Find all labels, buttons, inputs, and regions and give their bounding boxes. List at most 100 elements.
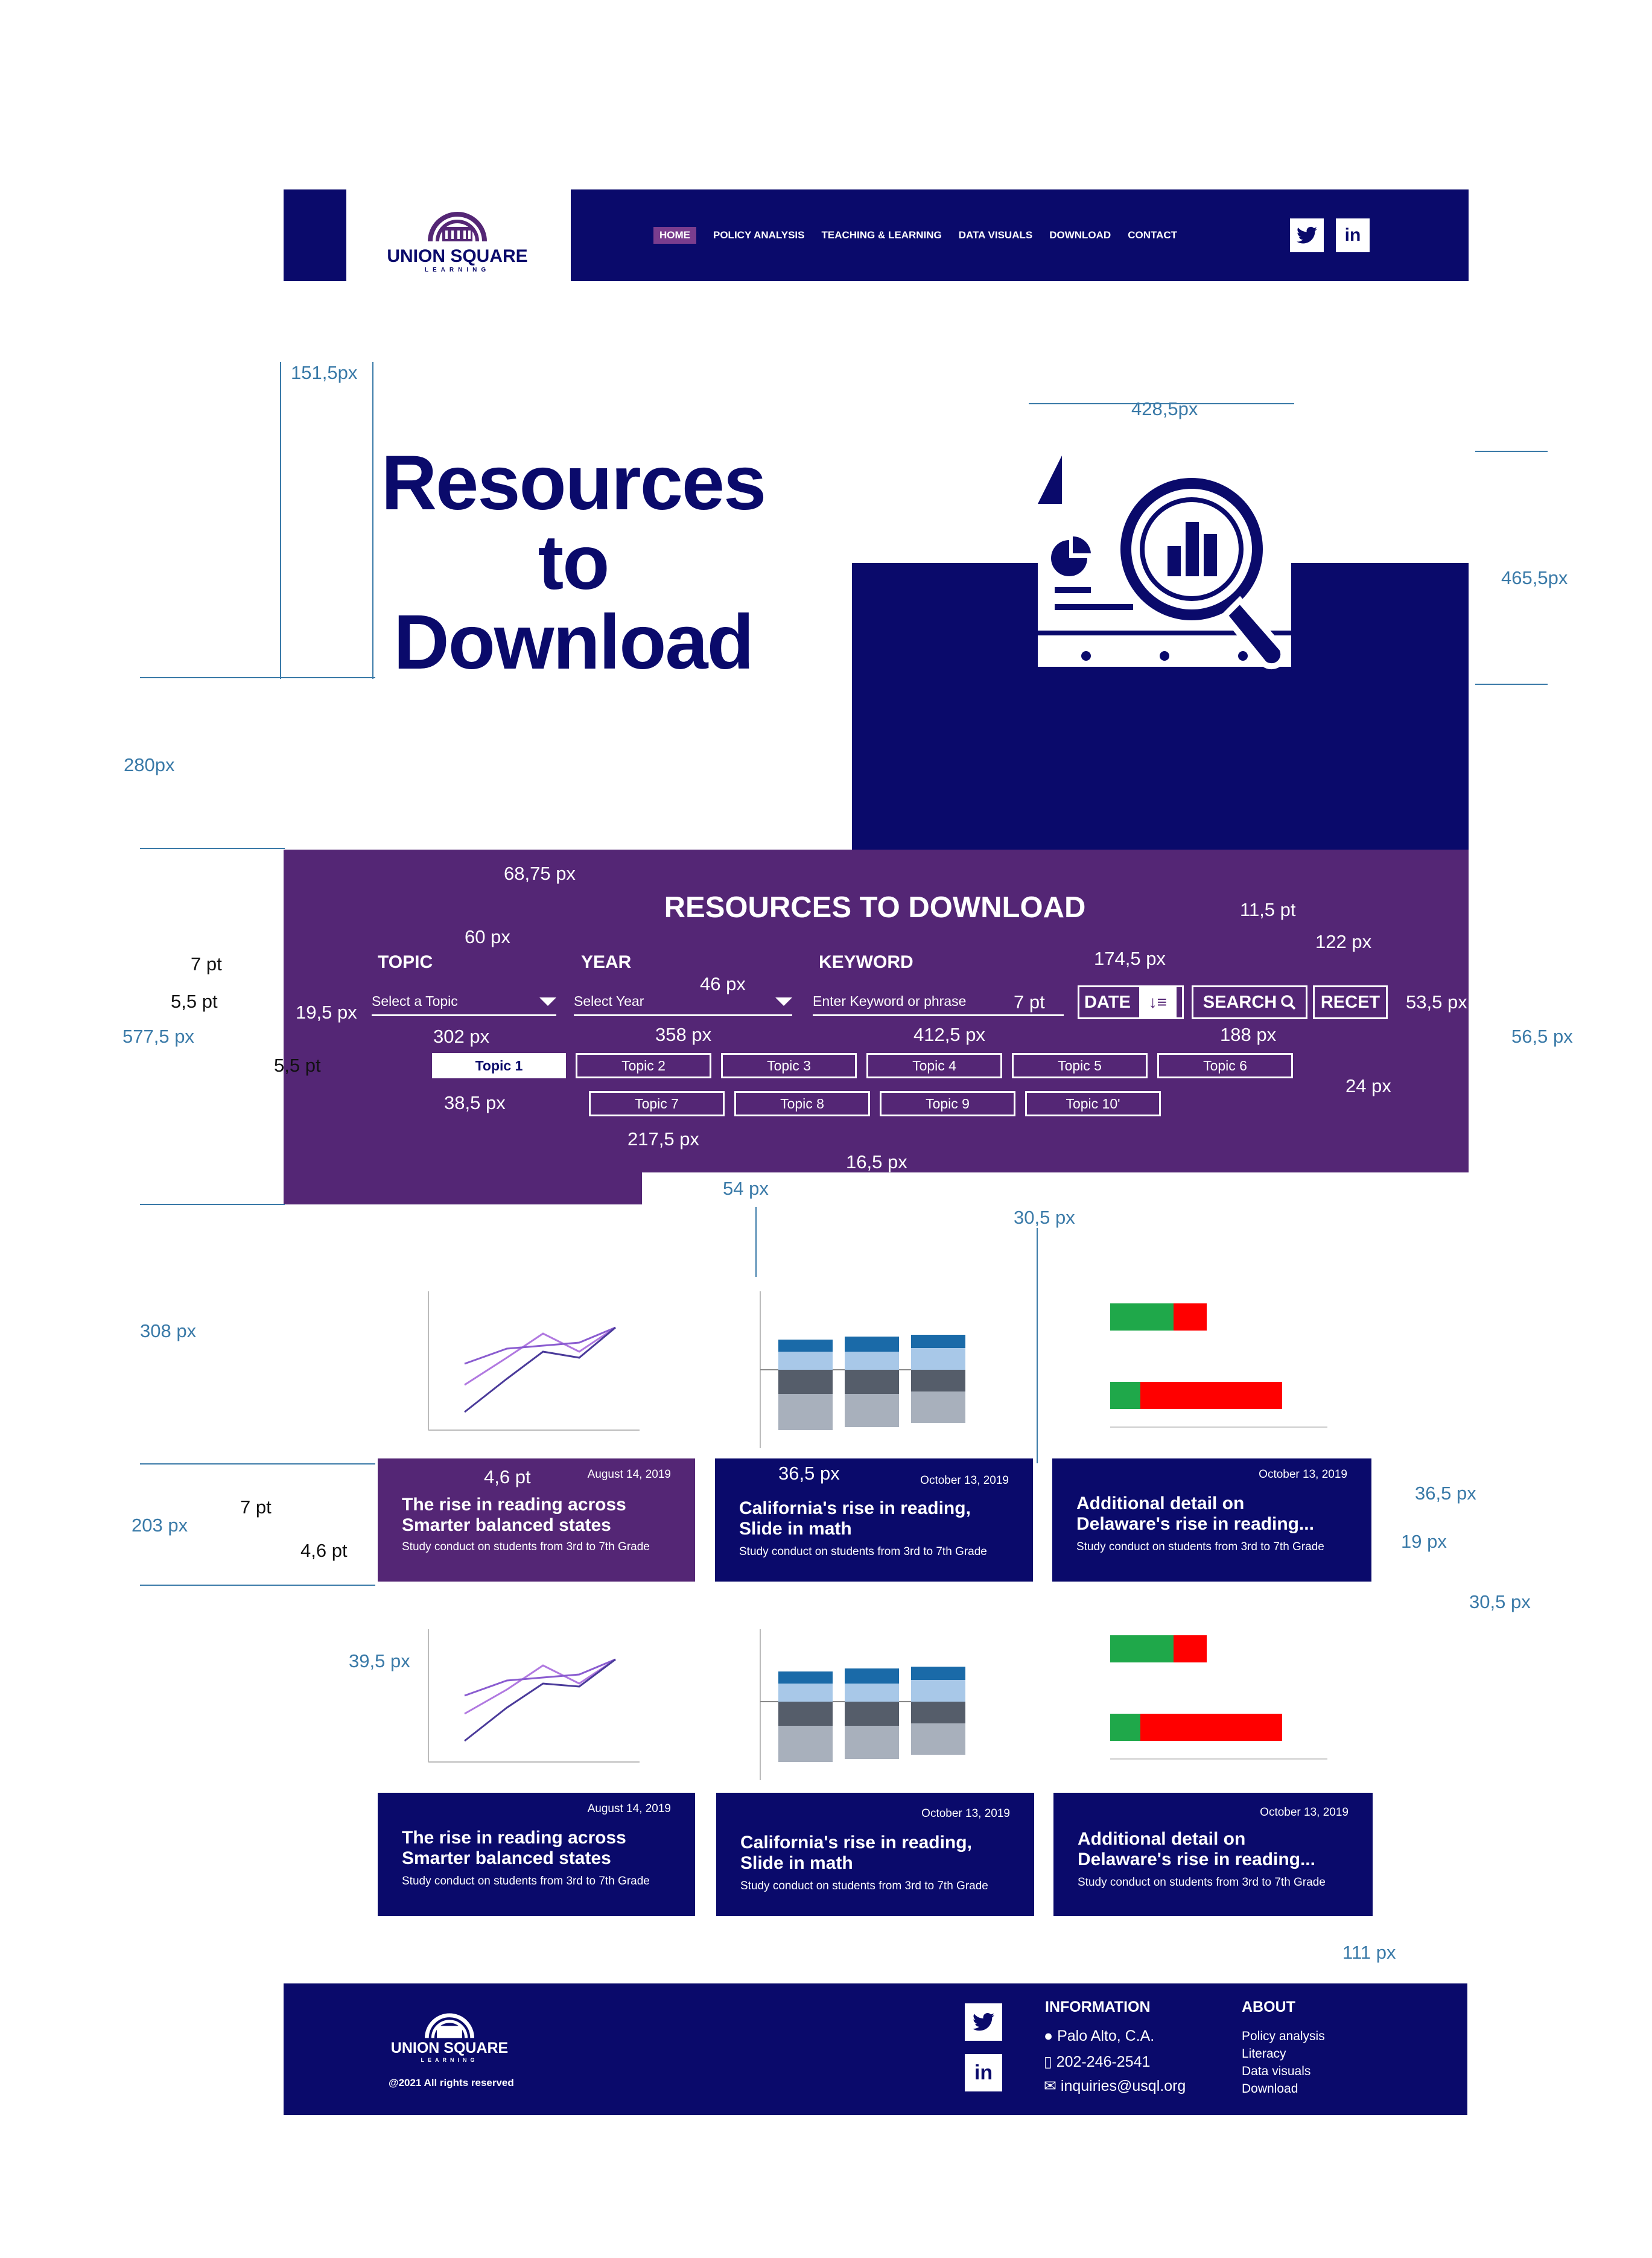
search-button[interactable]: SEARCH [1192,985,1307,1019]
resource-card[interactable]: October 13, 2019 Additional detail on Del… [1053,1793,1373,1916]
card-title-line1: Additional detail on [1078,1829,1246,1849]
annotation: 203 px [132,1515,188,1536]
footer-link-policy[interactable]: Policy analysis [1242,2027,1325,2045]
guide-line [140,1463,375,1465]
guide-line [372,362,373,679]
footer-email[interactable]: ✉ inquiries@usql.org [1044,2077,1186,2095]
nav-contact[interactable]: CONTACT [1128,229,1177,241]
guide-line [280,362,281,679]
phone-icon: ▯ [1044,2053,1052,2070]
card-title-line2: Smarter balanced states [402,1848,611,1868]
footer-email-text: inquiries@usql.org [1060,2078,1186,2094]
topic-chip-6[interactable]: Topic 6 [1157,1053,1293,1078]
location-pin-icon: ● [1044,2027,1053,2044]
topic-chip-5[interactable]: Topic 5 [1012,1053,1148,1078]
logo-dome-icon [428,211,487,241]
annotation: 39,5 px [349,1650,410,1671]
card-title-line1: California's rise in reading, [739,1498,971,1518]
card-title: Additional detail on Delaware's rise in r… [1076,1493,1314,1534]
topic-chip-10[interactable]: Topic 10' [1025,1091,1161,1116]
footer-info-heading: INFORMATION [1045,1999,1151,2015]
footer-phone[interactable]: ▯ 202-246-2541 [1044,2053,1150,2071]
guide-line [140,677,375,678]
footer-logo[interactable]: UNION SQUARE LEARNING [386,2002,513,2063]
keyword-placeholder: Enter Keyword or phrase [813,993,967,1009]
annotation: 60 px [465,926,510,947]
card-title: California's rise in reading, Slide in ma… [739,1498,971,1539]
nav-policy-analysis[interactable]: POLICY ANALYSIS [713,229,804,241]
topic-chip-1[interactable]: Topic 1 [432,1053,566,1078]
annotation: 577,5 px [122,1026,194,1047]
annotation: 11,5 pt [1240,899,1296,920]
report-magnifier-icon [1038,456,1291,670]
nav-teaching-learning[interactable]: TEACHING & LEARNING [821,229,941,241]
thumbnail-horizontal-bar-chart [1110,1635,1327,1760]
annotation: 16,5 px [846,1151,907,1172]
guide-line [140,1585,375,1586]
card-subtitle: Study conduct on students from 3rd to 7t… [1078,1876,1326,1889]
topic-chip-8[interactable]: Topic 8 [734,1091,870,1116]
card-date: August 14, 2019 [587,1468,671,1481]
hero-title-line2: to [538,520,610,606]
card-date: October 13, 2019 [921,1807,1010,1820]
annotation: 54 px [723,1178,769,1199]
footer-phone-text: 202-246-2541 [1056,2053,1151,2070]
card-subtitle: Study conduct on students from 3rd to 7t… [402,1875,650,1887]
hero-title: Resources to Download [350,444,796,682]
topic-chip-2[interactable]: Topic 2 [576,1053,711,1078]
year-select-placeholder: Select Year [574,993,644,1009]
header-left-block [284,189,346,281]
annotation: 122 px [1315,931,1372,952]
search-icon [1281,995,1296,1010]
thumbnail-stacked-bar-chart [760,1291,965,1448]
annotation: 4,6 pt [300,1540,348,1561]
nav-data-visuals[interactable]: DATA VISUALS [959,229,1032,241]
linkedin-icon[interactable]: in [965,2054,1002,2091]
resource-card[interactable]: October 13, 2019 California's rise in re… [715,1458,1033,1582]
card-title-line1: The rise in reading across [402,1828,626,1848]
guide-line [1475,451,1548,452]
resource-card[interactable]: August 14, 2019 The rise in reading acro… [378,1458,695,1582]
topic-chip-9[interactable]: Topic 9 [880,1091,1015,1116]
twitter-icon[interactable] [1290,218,1324,252]
thumbnail-horizontal-bar-chart [1110,1303,1327,1428]
topic-chip-3[interactable]: Topic 3 [721,1053,857,1078]
annotation: 428,5px [1131,398,1198,419]
date-sort-button[interactable]: DATE ↓≡ [1078,985,1184,1019]
resource-card[interactable]: August 14, 2019 The rise in reading acro… [378,1793,695,1916]
topic-select[interactable]: Select a Topic [372,988,556,1016]
annotation: 308 px [140,1320,197,1341]
reset-button[interactable]: RECET [1313,985,1388,1019]
annotation: 36,5 px [1415,1483,1476,1504]
nav-home[interactable]: HOME [653,227,696,244]
card-subtitle: Study conduct on students from 3rd to 7t… [1076,1541,1324,1553]
footer-link-data-visuals[interactable]: Data visuals [1242,2062,1325,2080]
footer-about-links: Policy analysis Literacy Data visuals Do… [1242,2027,1325,2097]
logo-name: UNION SQUARE [387,246,528,266]
footer-link-download[interactable]: Download [1242,2080,1325,2097]
annotation: 30,5 px [1014,1207,1075,1228]
card-subtitle: Study conduct on students from 3rd to 7t… [402,1541,650,1553]
annotation: 46 px [700,973,746,994]
annotation: 151,5px [291,362,358,383]
annotation: 30,5 px [1469,1591,1531,1612]
annotation: 19 px [1401,1531,1447,1552]
card-date: October 13, 2019 [920,1474,1009,1487]
logo[interactable]: UNION SQUARE LEARNING [354,191,561,281]
linkedin-icon[interactable]: in [1336,218,1370,252]
date-label: DATE [1084,992,1131,1012]
chevron-down-icon [539,997,556,1006]
guide-line [140,1204,285,1205]
nav-download[interactable]: DOWNLOAD [1049,229,1111,241]
annotation: 5,5 pt [274,1055,321,1076]
footer-location: ● Palo Alto, C.A. [1044,2027,1154,2045]
twitter-icon[interactable] [965,2003,1002,2041]
resource-card[interactable]: October 13, 2019 California's rise in re… [716,1793,1034,1916]
year-select[interactable]: Select Year [574,988,792,1016]
resource-card[interactable]: October 13, 2019 Additional detail on Del… [1052,1458,1371,1582]
card-title-line2: Slide in math [739,1519,852,1539]
topic-chip-7[interactable]: Topic 7 [589,1091,725,1116]
footer-link-literacy[interactable]: Literacy [1242,2045,1325,2062]
annotation: 4,6 pt [484,1466,531,1487]
topic-chip-4[interactable]: Topic 4 [866,1053,1002,1078]
